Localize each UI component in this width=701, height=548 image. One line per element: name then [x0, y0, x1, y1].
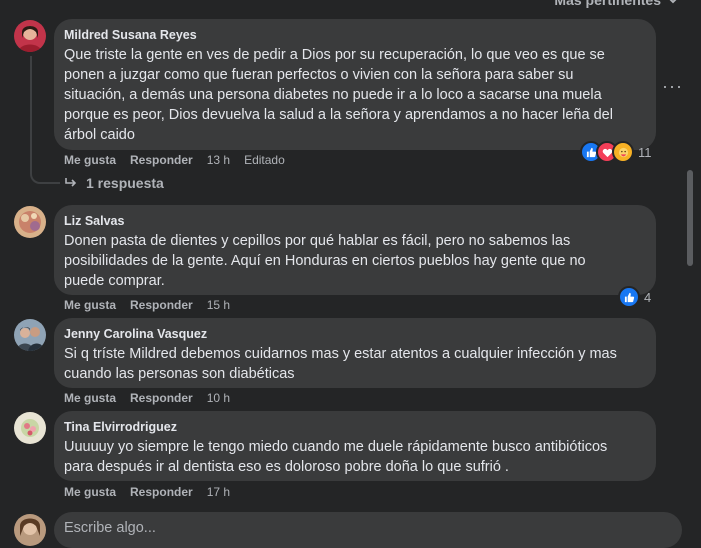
like-icon — [618, 286, 640, 308]
avatar[interactable] — [14, 20, 46, 52]
comment-actions: Me gusta Responder 13 h Editado — [64, 153, 285, 167]
avatar[interactable] — [14, 412, 46, 444]
reactions-summary[interactable]: 4 — [618, 286, 651, 308]
view-replies-link[interactable]: 1 respuesta — [64, 175, 164, 191]
like-button[interactable]: Me gusta — [64, 485, 116, 499]
reply-button[interactable]: Responder — [130, 485, 193, 499]
sort-label: Más pertinentes — [554, 0, 661, 8]
edited-label: Editado — [244, 153, 285, 167]
comment-actions: Me gusta Responder 17 h — [64, 485, 230, 499]
like-button[interactable]: Me gusta — [64, 298, 116, 312]
comment-input[interactable]: Escribe algo... — [54, 512, 682, 548]
avatar[interactable] — [14, 206, 46, 238]
reply-arrow-icon — [65, 178, 77, 187]
comment-author[interactable]: Tina Elvirrodriguez — [64, 419, 644, 435]
comment-author[interactable]: Jenny Carolina Vasquez — [64, 326, 644, 342]
replies-label: 1 respuesta — [86, 175, 164, 191]
avatar — [14, 514, 46, 546]
comment-text: Que triste la gente en ves de pedir a Di… — [64, 47, 613, 143]
comment-author[interactable]: Mildred Susana Reyes — [64, 27, 644, 43]
timestamp[interactable]: 17 h — [207, 485, 230, 499]
timestamp[interactable]: 15 h — [207, 298, 230, 312]
comment-text: Uuuuuy yo siempre le tengo miedo cuando … — [64, 439, 608, 475]
comment-actions: Me gusta Responder 15 h — [64, 298, 230, 312]
comment-bubble: Tina Elvirrodriguez Uuuuuy yo siempre le… — [54, 411, 656, 481]
reactions-count: 4 — [644, 289, 652, 305]
timestamp[interactable]: 13 h — [207, 153, 230, 167]
comment-bubble: Jenny Carolina Vasquez Si q tríste Mildr… — [54, 318, 656, 388]
comment-input-placeholder: Escribe algo... — [64, 520, 156, 536]
comment-author[interactable]: Liz Salvas — [64, 213, 644, 229]
more-icon[interactable]: ··· — [662, 76, 683, 97]
like-button[interactable]: Me gusta — [64, 153, 116, 167]
sort-selector[interactable]: Más pertinentes — [554, 0, 679, 8]
reply-button[interactable]: Responder — [130, 153, 193, 167]
avatar[interactable] — [14, 319, 46, 351]
reactions-count: 11 — [638, 144, 652, 160]
reply-button[interactable]: Responder — [130, 298, 193, 312]
comment-text: Si q tríste Mildred debemos cuidarnos ma… — [64, 346, 617, 382]
reactions-summary[interactable]: 11 — [580, 141, 652, 163]
reply-button[interactable]: Responder — [130, 391, 193, 405]
comment-text: Donen pasta de dientes y cepillos por qu… — [64, 233, 586, 289]
like-button[interactable]: Me gusta — [64, 391, 116, 405]
care-icon — [612, 141, 634, 163]
comment-bubble: Mildred Susana Reyes Que triste la gente… — [54, 19, 656, 150]
comment-actions: Me gusta Responder 10 h — [64, 391, 230, 405]
comment-composer: Escribe algo... — [0, 512, 701, 548]
comment-bubble: Liz Salvas Donen pasta de dientes y cepi… — [54, 205, 656, 295]
scrollbar[interactable] — [687, 170, 693, 266]
timestamp[interactable]: 10 h — [207, 391, 230, 405]
chevron-down-icon — [669, 0, 677, 4]
